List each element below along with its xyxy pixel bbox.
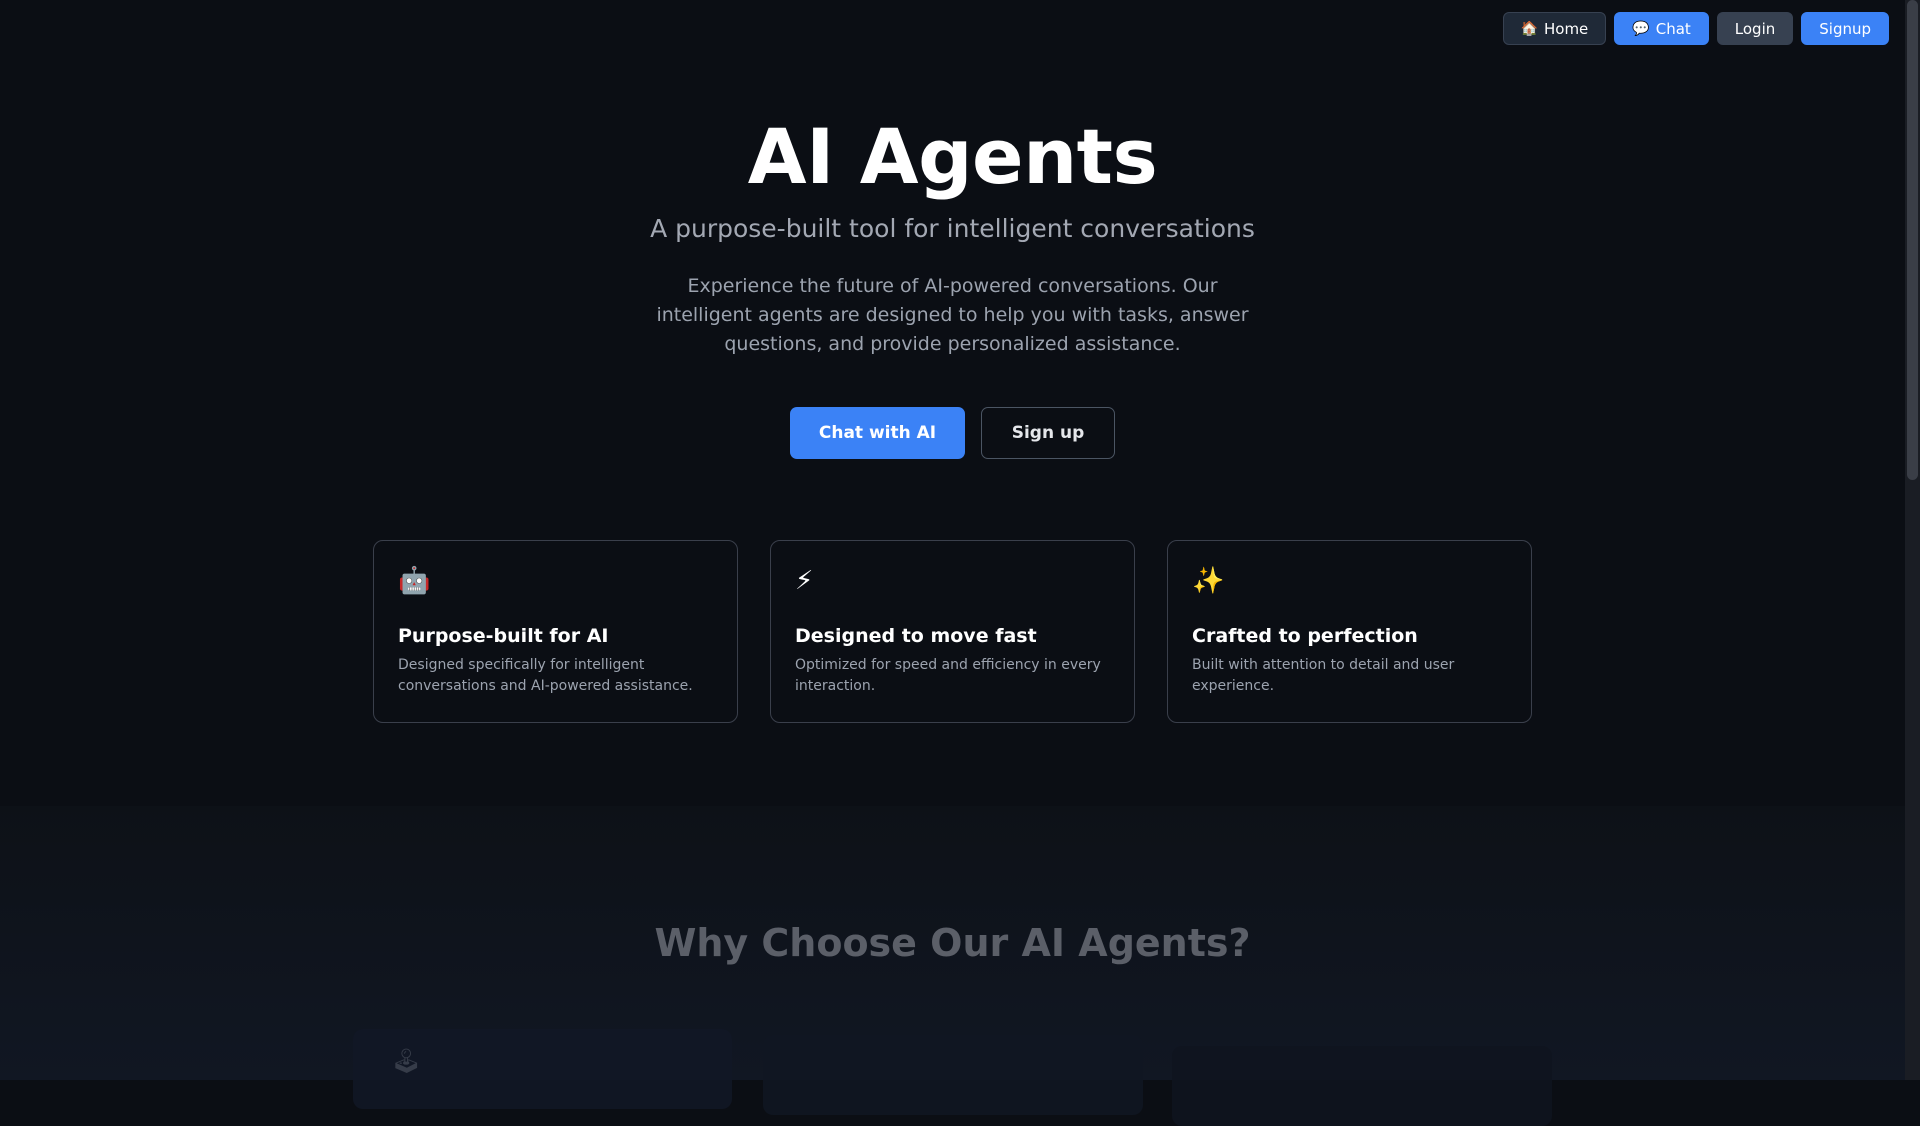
hero-description: Experience the future of AI-powered conv… — [656, 275, 1249, 355]
lightning-icon: ⚡ — [795, 566, 814, 596]
feature-title: Designed to move fast — [795, 625, 1037, 647]
feature-cards: 🤖 Purpose-built for AI Designed specific… — [373, 540, 1532, 723]
top-nav: 🏠 Home 💬 Chat Login Signup — [1502, 12, 1889, 45]
signup-button[interactable]: Signup — [1801, 12, 1889, 45]
hero-title: AI Agents — [747, 112, 1158, 201]
hero-subtitle: A purpose-built tool for intelligent con… — [650, 214, 1255, 243]
sign-up-button[interactable]: Sign up — [981, 407, 1115, 459]
feature-description: Designed specifically for intelligent co… — [398, 657, 693, 694]
page-scrollbar[interactable] — [1905, 0, 1920, 1080]
why-section: Why Choose Our AI Agents? 🕹 — [0, 806, 1905, 1126]
chat-bubble-icon: 💬 — [1632, 20, 1650, 37]
why-title: Why Choose Our AI Agents? — [654, 921, 1251, 965]
feature-description: Optimized for speed and efficiency in ev… — [795, 657, 1101, 694]
joystick-icon: 🕹 — [391, 1047, 422, 1075]
home-icon: 🏠 — [1520, 20, 1538, 37]
feature-description: Built with attention to detail and user … — [1192, 657, 1455, 694]
robot-icon: 🤖 — [398, 566, 431, 596]
chat-label: Chat — [1655, 19, 1691, 38]
why-card: 🕹 — [353, 1029, 732, 1109]
feature-card: ⚡ Designed to move fast Optimized for sp… — [770, 540, 1135, 723]
feature-card: 🤖 Purpose-built for AI Designed specific… — [373, 540, 738, 723]
feature-card: ✨ Crafted to perfection Built with atten… — [1167, 540, 1532, 723]
why-card — [763, 1035, 1143, 1115]
home-label: Home — [1543, 19, 1589, 38]
sparkles-icon: ✨ — [1192, 566, 1225, 596]
chat-button[interactable]: 💬 Chat — [1614, 12, 1709, 45]
chat-with-ai-button[interactable]: Chat with AI — [790, 407, 965, 459]
scrollbar-thumb[interactable] — [1907, 0, 1918, 480]
why-card — [1172, 1046, 1552, 1126]
home-button[interactable]: 🏠 Home — [1502, 12, 1607, 45]
login-button[interactable]: Login — [1716, 12, 1794, 45]
feature-title: Purpose-built for AI — [398, 625, 609, 647]
cta-row: Chat with AI Sign up — [0, 407, 1905, 459]
feature-title: Crafted to perfection — [1192, 625, 1418, 647]
